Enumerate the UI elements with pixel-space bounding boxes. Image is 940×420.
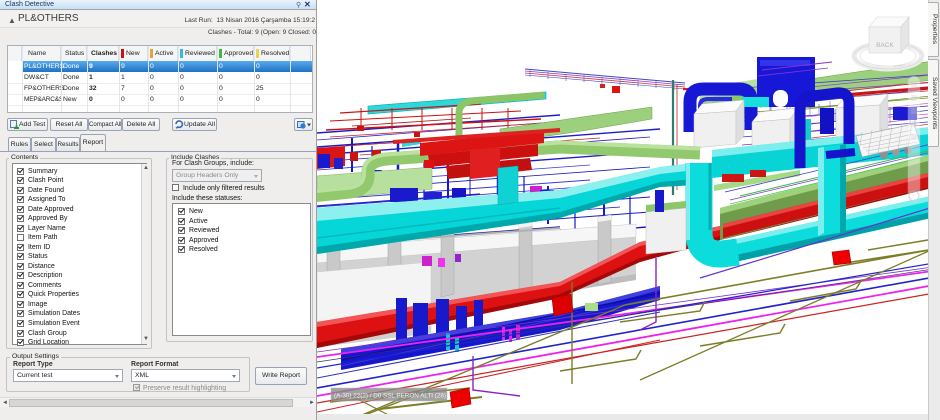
svg-text:BACK: BACK [876,42,894,49]
svg-text:(A-30) 22(2) / D0 SSL PERON AL: (A-30) 22(2) / D0 SSL PERON ALTI (28) [334,393,446,400]
